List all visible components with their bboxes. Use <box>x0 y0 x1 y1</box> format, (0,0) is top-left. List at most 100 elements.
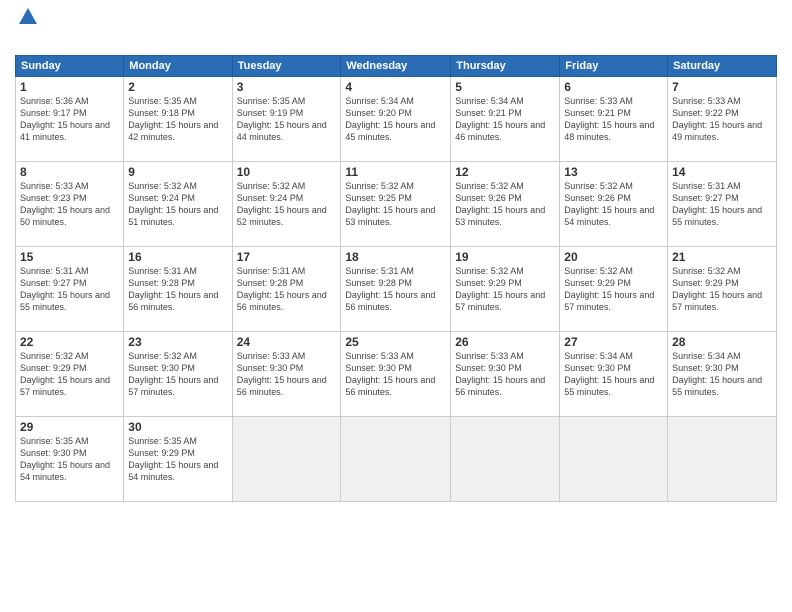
day-number: 18 <box>345 250 446 264</box>
day-number: 13 <box>564 165 663 179</box>
col-friday: Friday <box>560 56 668 77</box>
day-11: 11 Sunrise: 5:32 AM Sunset: 9:25 PM Dayl… <box>341 162 451 247</box>
day-info: Sunrise: 5:35 AM Sunset: 9:30 PM Dayligh… <box>20 435 119 484</box>
day-info: Sunrise: 5:34 AM Sunset: 9:20 PM Dayligh… <box>345 95 446 144</box>
day-info: Sunrise: 5:33 AM Sunset: 9:30 PM Dayligh… <box>237 350 337 399</box>
day-number: 5 <box>455 80 555 94</box>
day-number: 3 <box>237 80 337 94</box>
day-number: 29 <box>20 420 119 434</box>
day-12: 12 Sunrise: 5:32 AM Sunset: 9:26 PM Dayl… <box>451 162 560 247</box>
day-number: 19 <box>455 250 555 264</box>
day-info: Sunrise: 5:36 AM Sunset: 9:17 PM Dayligh… <box>20 95 119 144</box>
day-info: Sunrise: 5:31 AM Sunset: 9:27 PM Dayligh… <box>672 180 772 229</box>
day-6: 6 Sunrise: 5:33 AM Sunset: 9:21 PM Dayli… <box>560 77 668 162</box>
week-row-3: 15 Sunrise: 5:31 AM Sunset: 9:27 PM Dayl… <box>16 247 777 332</box>
day-27: 27 Sunrise: 5:34 AM Sunset: 9:30 PM Dayl… <box>560 332 668 417</box>
day-18: 18 Sunrise: 5:31 AM Sunset: 9:28 PM Dayl… <box>341 247 451 332</box>
day-info: Sunrise: 5:33 AM Sunset: 9:21 PM Dayligh… <box>564 95 663 144</box>
empty-cell <box>560 417 668 502</box>
logo <box>15 10 39 49</box>
week-row-1: 1 Sunrise: 5:36 AM Sunset: 9:17 PM Dayli… <box>16 77 777 162</box>
day-number: 20 <box>564 250 663 264</box>
day-23: 23 Sunrise: 5:32 AM Sunset: 9:30 PM Dayl… <box>124 332 232 417</box>
day-info: Sunrise: 5:33 AM Sunset: 9:30 PM Dayligh… <box>345 350 446 399</box>
day-number: 15 <box>20 250 119 264</box>
day-22: 22 Sunrise: 5:32 AM Sunset: 9:29 PM Dayl… <box>16 332 124 417</box>
empty-cell <box>341 417 451 502</box>
day-number: 10 <box>237 165 337 179</box>
day-number: 23 <box>128 335 227 349</box>
week-row-2: 8 Sunrise: 5:33 AM Sunset: 9:23 PM Dayli… <box>16 162 777 247</box>
day-info: Sunrise: 5:31 AM Sunset: 9:27 PM Dayligh… <box>20 265 119 314</box>
day-21: 21 Sunrise: 5:32 AM Sunset: 9:29 PM Dayl… <box>668 247 777 332</box>
logo-icon <box>17 6 39 28</box>
day-3: 3 Sunrise: 5:35 AM Sunset: 9:19 PM Dayli… <box>232 77 341 162</box>
day-4: 4 Sunrise: 5:34 AM Sunset: 9:20 PM Dayli… <box>341 77 451 162</box>
day-info: Sunrise: 5:32 AM Sunset: 9:29 PM Dayligh… <box>455 265 555 314</box>
day-7: 7 Sunrise: 5:33 AM Sunset: 9:22 PM Dayli… <box>668 77 777 162</box>
day-number: 6 <box>564 80 663 94</box>
day-info: Sunrise: 5:35 AM Sunset: 9:18 PM Dayligh… <box>128 95 227 144</box>
day-info: Sunrise: 5:34 AM Sunset: 9:21 PM Dayligh… <box>455 95 555 144</box>
day-9: 9 Sunrise: 5:32 AM Sunset: 9:24 PM Dayli… <box>124 162 232 247</box>
calendar: Sunday Monday Tuesday Wednesday Thursday… <box>15 55 777 502</box>
day-5: 5 Sunrise: 5:34 AM Sunset: 9:21 PM Dayli… <box>451 77 560 162</box>
col-sunday: Sunday <box>16 56 124 77</box>
day-info: Sunrise: 5:33 AM Sunset: 9:23 PM Dayligh… <box>20 180 119 229</box>
col-saturday: Saturday <box>668 56 777 77</box>
day-info: Sunrise: 5:34 AM Sunset: 9:30 PM Dayligh… <box>564 350 663 399</box>
col-monday: Monday <box>124 56 232 77</box>
day-info: Sunrise: 5:32 AM Sunset: 9:29 PM Dayligh… <box>672 265 772 314</box>
day-number: 16 <box>128 250 227 264</box>
day-13: 13 Sunrise: 5:32 AM Sunset: 9:26 PM Dayl… <box>560 162 668 247</box>
day-number: 21 <box>672 250 772 264</box>
header-row: Sunday Monday Tuesday Wednesday Thursday… <box>16 56 777 77</box>
day-8: 8 Sunrise: 5:33 AM Sunset: 9:23 PM Dayli… <box>16 162 124 247</box>
day-info: Sunrise: 5:32 AM Sunset: 9:25 PM Dayligh… <box>345 180 446 229</box>
day-info: Sunrise: 5:35 AM Sunset: 9:29 PM Dayligh… <box>128 435 227 484</box>
day-15: 15 Sunrise: 5:31 AM Sunset: 9:27 PM Dayl… <box>16 247 124 332</box>
week-row-5: 29 Sunrise: 5:35 AM Sunset: 9:30 PM Dayl… <box>16 417 777 502</box>
day-info: Sunrise: 5:32 AM Sunset: 9:29 PM Dayligh… <box>564 265 663 314</box>
day-info: Sunrise: 5:32 AM Sunset: 9:30 PM Dayligh… <box>128 350 227 399</box>
day-info: Sunrise: 5:32 AM Sunset: 9:24 PM Dayligh… <box>237 180 337 229</box>
day-26: 26 Sunrise: 5:33 AM Sunset: 9:30 PM Dayl… <box>451 332 560 417</box>
day-number: 14 <box>672 165 772 179</box>
day-number: 12 <box>455 165 555 179</box>
day-info: Sunrise: 5:31 AM Sunset: 9:28 PM Dayligh… <box>128 265 227 314</box>
day-19: 19 Sunrise: 5:32 AM Sunset: 9:29 PM Dayl… <box>451 247 560 332</box>
day-info: Sunrise: 5:33 AM Sunset: 9:30 PM Dayligh… <box>455 350 555 399</box>
day-number: 7 <box>672 80 772 94</box>
day-number: 2 <box>128 80 227 94</box>
col-wednesday: Wednesday <box>341 56 451 77</box>
col-thursday: Thursday <box>451 56 560 77</box>
week-row-4: 22 Sunrise: 5:32 AM Sunset: 9:29 PM Dayl… <box>16 332 777 417</box>
day-number: 26 <box>455 335 555 349</box>
day-info: Sunrise: 5:31 AM Sunset: 9:28 PM Dayligh… <box>345 265 446 314</box>
empty-cell <box>232 417 341 502</box>
day-2: 2 Sunrise: 5:35 AM Sunset: 9:18 PM Dayli… <box>124 77 232 162</box>
day-info: Sunrise: 5:35 AM Sunset: 9:19 PM Dayligh… <box>237 95 337 144</box>
col-tuesday: Tuesday <box>232 56 341 77</box>
day-30: 30 Sunrise: 5:35 AM Sunset: 9:29 PM Dayl… <box>124 417 232 502</box>
day-29: 29 Sunrise: 5:35 AM Sunset: 9:30 PM Dayl… <box>16 417 124 502</box>
day-17: 17 Sunrise: 5:31 AM Sunset: 9:28 PM Dayl… <box>232 247 341 332</box>
day-10: 10 Sunrise: 5:32 AM Sunset: 9:24 PM Dayl… <box>232 162 341 247</box>
day-number: 25 <box>345 335 446 349</box>
day-number: 24 <box>237 335 337 349</box>
page: Sunday Monday Tuesday Wednesday Thursday… <box>0 0 792 612</box>
day-number: 28 <box>672 335 772 349</box>
header <box>15 10 777 49</box>
day-number: 11 <box>345 165 446 179</box>
day-number: 17 <box>237 250 337 264</box>
empty-cell <box>668 417 777 502</box>
day-number: 9 <box>128 165 227 179</box>
empty-cell <box>451 417 560 502</box>
day-info: Sunrise: 5:32 AM Sunset: 9:24 PM Dayligh… <box>128 180 227 229</box>
day-25: 25 Sunrise: 5:33 AM Sunset: 9:30 PM Dayl… <box>341 332 451 417</box>
day-1: 1 Sunrise: 5:36 AM Sunset: 9:17 PM Dayli… <box>16 77 124 162</box>
day-number: 8 <box>20 165 119 179</box>
day-number: 4 <box>345 80 446 94</box>
day-20: 20 Sunrise: 5:32 AM Sunset: 9:29 PM Dayl… <box>560 247 668 332</box>
day-number: 30 <box>128 420 227 434</box>
